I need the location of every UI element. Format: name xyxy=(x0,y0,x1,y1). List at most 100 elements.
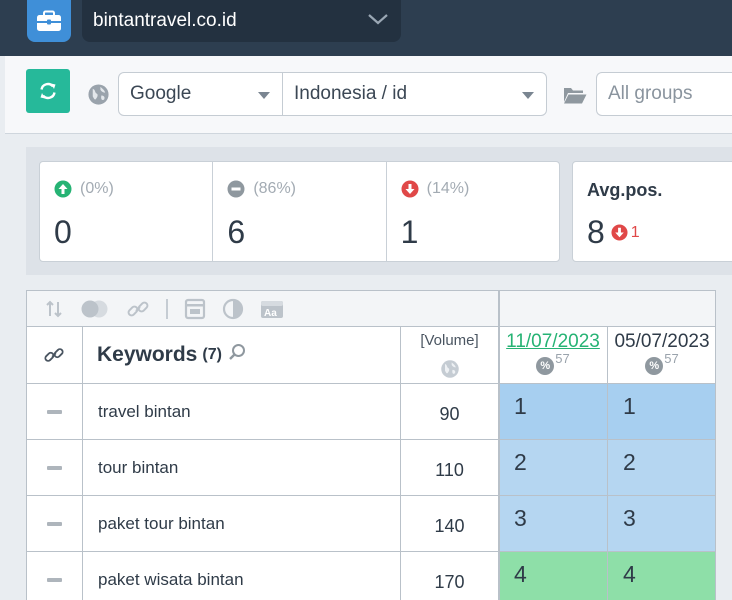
caret-down-icon xyxy=(522,92,534,99)
date-label: 05/07/2023 xyxy=(614,331,710,352)
keywords-label: Keywords xyxy=(97,343,198,366)
percent-icon: % xyxy=(536,357,555,375)
row-unlinked-indicator[interactable] xyxy=(26,496,82,552)
caret-down-icon xyxy=(258,92,270,99)
stat-up-percent: (0%) xyxy=(80,180,114,197)
stat-unchanged[interactable]: (86%) 6 xyxy=(213,162,387,261)
grid-line xyxy=(715,290,716,600)
position-cell[interactable]: 3 xyxy=(608,496,716,552)
table-row[interactable]: paket wisata bintan 170 4 4 xyxy=(26,552,716,600)
site-selector[interactable]: bintantravel.co.id xyxy=(82,0,401,42)
stat-up[interactable]: (0%) 0 xyxy=(40,162,214,261)
table-icon-toolbar: Aa xyxy=(26,290,499,327)
region-select[interactable]: Indonesia / id xyxy=(282,72,547,116)
row-unlinked-indicator[interactable] xyxy=(26,384,82,440)
date-columns-top xyxy=(499,290,716,327)
volume-label: [Volume] xyxy=(420,332,479,349)
grid-line xyxy=(26,290,716,291)
avg-position-box: Avg.pos. 8 1 xyxy=(572,161,732,262)
table-row[interactable]: paket tour bintan 140 3 3 xyxy=(26,496,716,552)
keywords-count: (7) xyxy=(202,346,222,363)
date-column-header-2[interactable]: 05/07/2023 % 57 xyxy=(608,327,716,383)
filter-toolbar: Google Indonesia / id All groups xyxy=(5,56,732,134)
grid-line xyxy=(498,290,500,600)
refresh-icon xyxy=(40,82,56,100)
globe-icon xyxy=(440,360,459,378)
briefcase-icon[interactable] xyxy=(27,0,71,42)
position-cell[interactable]: 4 xyxy=(499,552,607,600)
volume-cell: 90 xyxy=(400,384,499,440)
toggle-icon[interactable] xyxy=(80,299,110,319)
font-size-icon[interactable]: Aa xyxy=(260,298,284,320)
chevron-down-icon xyxy=(368,14,388,25)
svg-text:Aa: Aa xyxy=(264,308,277,319)
arrow-down-circle-icon xyxy=(611,224,628,241)
top-bar: bintantravel.co.id xyxy=(0,0,732,56)
window-icon[interactable] xyxy=(184,298,206,320)
sort-icon[interactable] xyxy=(44,299,64,319)
contrast-icon[interactable] xyxy=(222,298,244,320)
toolbar-separator xyxy=(166,298,168,319)
volume-cell: 110 xyxy=(400,440,499,496)
stat-down[interactable]: (14%) 1 xyxy=(387,162,559,261)
grid-line xyxy=(82,327,83,600)
date-link[interactable]: 11/07/2023 xyxy=(499,331,607,353)
stat-unchanged-value: 6 xyxy=(227,214,246,250)
date-percent: 57 xyxy=(664,351,679,366)
keywords-table: Aa Keywords (7) [Volume] 11/07/2023 % 57… xyxy=(26,290,716,600)
keyword-cell[interactable]: paket wisata bintan xyxy=(82,552,400,600)
position-cell[interactable]: 2 xyxy=(608,440,716,496)
avg-change-value: 1 xyxy=(630,223,640,241)
avg-position-label: Avg.pos. xyxy=(587,180,663,200)
keyword-cell[interactable]: travel bintan xyxy=(82,384,400,440)
groups-value: All groups xyxy=(608,83,693,104)
grid-line xyxy=(26,495,716,496)
keywords-column-header[interactable]: Keywords (7) xyxy=(82,327,400,383)
link-column-header[interactable] xyxy=(26,327,82,383)
grid-line xyxy=(400,327,401,600)
groups-select[interactable]: All groups xyxy=(596,72,732,116)
site-name: bintantravel.co.id xyxy=(93,10,237,31)
search-engine-select[interactable]: Google xyxy=(118,72,283,116)
table-row[interactable]: travel bintan 90 1 1 xyxy=(26,384,716,440)
link-icon xyxy=(44,348,64,362)
folder-open-icon xyxy=(564,88,587,104)
grid-line xyxy=(26,551,716,552)
volume-column-header[interactable]: [Volume] xyxy=(400,327,499,383)
position-cell[interactable]: 3 xyxy=(499,496,607,552)
date-column-header-1[interactable]: 11/07/2023 % 57 xyxy=(499,327,607,383)
arrow-down-circle-icon xyxy=(401,180,419,198)
keyword-cell[interactable]: paket tour bintan xyxy=(82,496,400,552)
date-percent: 57 xyxy=(555,351,570,366)
arrow-up-circle-icon xyxy=(54,180,72,198)
link-icon[interactable] xyxy=(126,297,150,321)
search-icon[interactable] xyxy=(228,343,246,361)
volume-cell: 140 xyxy=(400,496,499,552)
refresh-button[interactable] xyxy=(26,69,70,113)
volume-cell: 170 xyxy=(400,552,499,600)
grid-line xyxy=(26,383,716,384)
stat-unchanged-percent: (86%) xyxy=(253,180,297,197)
globe-icon xyxy=(88,84,109,105)
avg-position-change: 1 xyxy=(611,224,640,242)
position-cell[interactable]: 2 xyxy=(499,440,607,496)
minus-circle-icon xyxy=(227,180,245,198)
stat-down-percent: (14%) xyxy=(426,180,470,197)
stat-up-value: 0 xyxy=(54,214,72,250)
avg-position-value: 8 xyxy=(587,214,605,250)
table-row[interactable]: tour bintan 110 2 2 xyxy=(26,440,716,496)
position-cell[interactable]: 1 xyxy=(499,384,607,440)
row-unlinked-indicator[interactable] xyxy=(26,440,82,496)
grid-line xyxy=(26,290,27,600)
position-cell[interactable]: 1 xyxy=(608,384,716,440)
position-change-summary: (0%) 0 (86%) 6 (14%) 1 xyxy=(39,161,560,262)
row-unlinked-indicator[interactable] xyxy=(26,552,82,600)
grid-line xyxy=(26,439,716,440)
stat-down-value: 1 xyxy=(400,214,419,250)
grid-line xyxy=(26,326,716,327)
percent-icon: % xyxy=(645,357,664,375)
keyword-cell[interactable]: tour bintan xyxy=(82,440,400,496)
position-cell[interactable]: 4 xyxy=(608,552,716,600)
region-value: Indonesia / id xyxy=(294,83,408,104)
stats-panel: (0%) 0 (86%) 6 (14%) 1 Avg.pos. 8 1 xyxy=(26,147,732,275)
